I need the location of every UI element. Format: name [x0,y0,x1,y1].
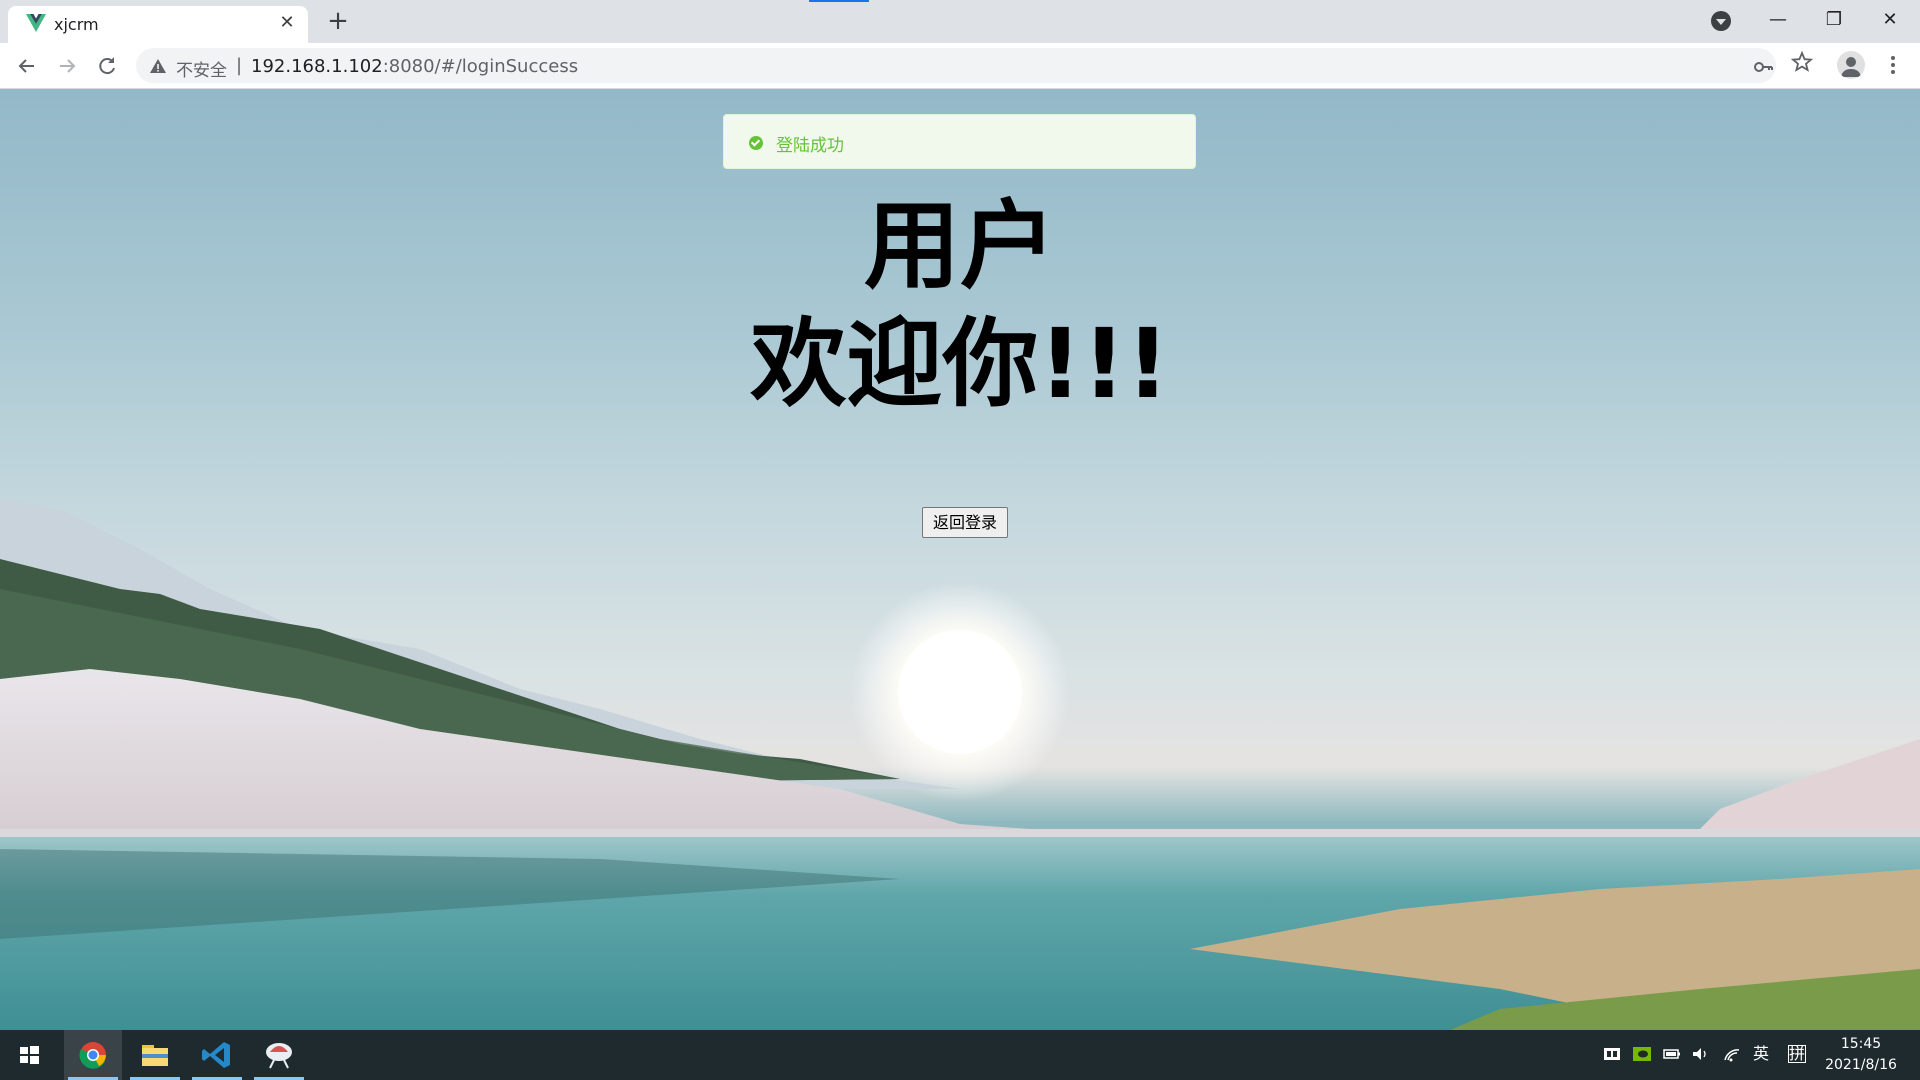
forward-icon[interactable] [52,51,82,81]
back-to-login-button[interactable]: 返回登录 [922,507,1008,538]
welcome-heading-greeting: 欢迎你!!! [750,308,1170,420]
close-window-button[interactable]: ✕ [1862,0,1918,40]
minimize-button[interactable]: — [1750,0,1806,40]
volume-icon[interactable] [1690,1044,1710,1064]
clock-time: 15:45 [1840,1036,1882,1052]
key-icon[interactable] [1752,56,1774,78]
new-tab-button[interactable]: + [324,8,352,36]
clock-date: 2021/8/16 [1825,1057,1897,1073]
success-check-icon [749,136,763,150]
welcome-heading-user: 用户 [864,190,1056,302]
system-clock[interactable]: 15:45 2021/8/16 [1816,1034,1906,1076]
browser-tab[interactable]: xjcrm ✕ [8,6,308,43]
page-viewport: 登陆成功 用户 欢迎你!!! 返回登录 [0,89,1920,1030]
tab-search-icon[interactable] [1711,11,1731,31]
warning-icon[interactable] [149,57,167,75]
tab-title: xjcrm [54,15,99,34]
wifi-icon[interactable] [1722,1044,1742,1064]
battery-icon[interactable] [1662,1044,1682,1064]
tray-app-icon[interactable] [1602,1044,1622,1064]
ime-language[interactable]: 英 [1751,1044,1771,1064]
success-toast: 登陆成功 [723,114,1196,169]
chrome-icon[interactable] [64,1030,122,1080]
taskbar: 英 拼 15:45 2021/8/16 [0,1030,1920,1080]
reload-icon[interactable] [92,51,122,81]
back-icon[interactable] [12,51,42,81]
browser-tabstrip: xjcrm ✕ + — ❐ ✕ [0,0,1920,43]
vscode-icon[interactable] [188,1030,246,1080]
file-explorer-icon[interactable] [126,1030,184,1080]
tab-close-icon[interactable]: ✕ [276,12,298,34]
vue-logo-icon [26,14,46,32]
nvidia-icon[interactable] [1632,1044,1652,1064]
address-bar[interactable]: 不安全 | 192.168.1.102:8080/#/loginSuccess [136,48,1776,83]
ime-mode[interactable]: 拼 [1788,1045,1806,1063]
security-label[interactable]: 不安全 [176,56,227,81]
account-icon[interactable] [1837,51,1865,79]
url-host: 192.168.1.102 [251,56,383,77]
url-path: :8080/#/loginSuccess [382,56,579,77]
url-separator: | [236,55,243,76]
star-icon[interactable] [1790,50,1814,73]
browser-toolbar: 不安全 | 192.168.1.102:8080/#/loginSuccess [0,43,1920,89]
app-icon[interactable] [250,1030,308,1080]
toast-message: 登陆成功 [776,136,844,156]
menu-icon[interactable] [1880,51,1906,79]
restore-button[interactable]: ❐ [1806,0,1862,40]
tab-loading-indicator [809,0,869,2]
url-text[interactable]: 192.168.1.102:8080/#/loginSuccess [251,56,578,77]
start-icon[interactable] [0,1030,58,1080]
